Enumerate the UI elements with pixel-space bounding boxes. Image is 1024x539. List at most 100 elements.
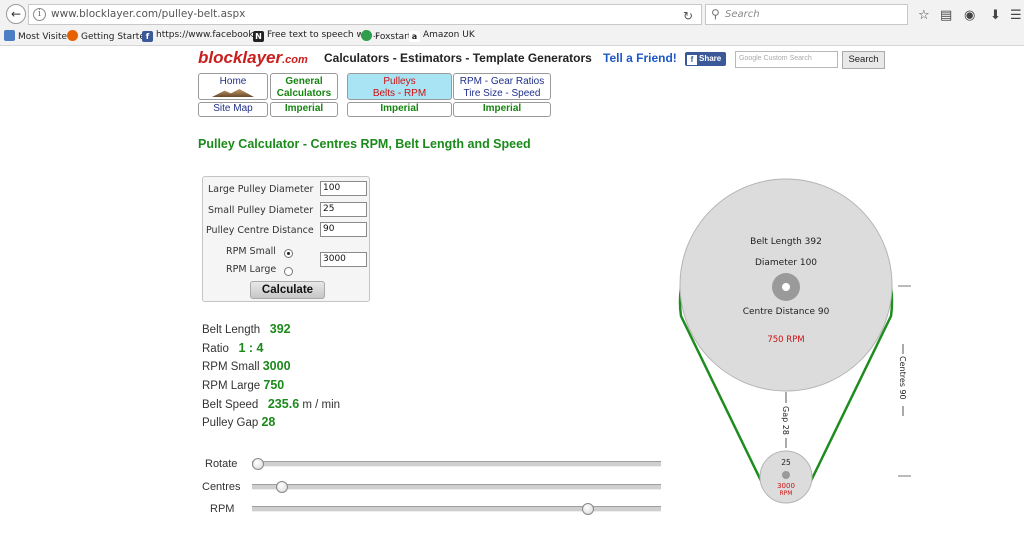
bookmark-label: https://www.facebook....: [156, 30, 265, 40]
bookmark-star-icon[interactable]: ☆: [918, 8, 930, 23]
diagram-small-diameter: 25: [781, 458, 791, 467]
browser-search-placeholder: Search: [725, 9, 760, 20]
diagram-centres: Centres 90: [898, 356, 907, 400]
bookmark-amazon[interactable]: a Amazon UK: [409, 30, 475, 42]
centres-slider-track[interactable]: [252, 481, 661, 493]
result-pulley-gap: Pulley Gap 28: [202, 415, 275, 429]
rpm-small-label: RPM Small: [226, 246, 276, 257]
result-rpm-large: RPM Large 750: [202, 378, 284, 392]
rpm-input[interactable]: 3000: [320, 252, 367, 267]
globe-icon: [361, 30, 372, 41]
nav-pulleys-belts[interactable]: Pulleys Belts - RPM: [347, 73, 452, 100]
bookmark-foxstart[interactable]: Foxstart: [361, 30, 411, 42]
large-diameter-label: Large Pulley Diameter: [208, 184, 314, 195]
diagram-large-rpm: 750 RPM: [767, 335, 804, 345]
reading-list-icon[interactable]: ▤: [940, 8, 952, 23]
rotate-slider-track[interactable]: [252, 458, 661, 470]
bookmark-label: Foxstart: [375, 32, 412, 42]
rotate-slider-handle[interactable]: [252, 458, 264, 470]
site-search-input[interactable]: Google Custom Search: [735, 51, 838, 68]
browser-chrome: ← i www.blocklayer.com/pulley-belt.aspx …: [0, 0, 1024, 46]
facebook-share-button[interactable]: f Share: [685, 52, 726, 66]
nav-imperial-pulleys[interactable]: Imperial: [347, 102, 452, 117]
small-pulley-hub: [782, 471, 790, 479]
tell-a-friend-link[interactable]: Tell a Friend!: [603, 51, 677, 65]
rpm-slider-track[interactable]: [252, 503, 661, 515]
info-icon[interactable]: i: [33, 8, 46, 21]
nav-general-line2: Calculators: [276, 88, 332, 99]
large-pulley-axle: [782, 283, 790, 291]
rotate-slider-label: Rotate: [205, 458, 238, 470]
back-arrow-icon[interactable]: ←: [6, 4, 26, 24]
large-diameter-input[interactable]: 100: [320, 181, 367, 196]
url-text[interactable]: www.blocklayer.com/pulley-belt.aspx: [51, 8, 245, 20]
rpm-large-result-label: RPM Large: [202, 380, 261, 392]
bookmark-most-visited[interactable]: Most Visited: [4, 30, 73, 42]
page-title: Pulley Calculator - Centres RPM, Belt Le…: [198, 137, 531, 151]
nav-site-map[interactable]: Site Map: [198, 102, 268, 117]
result-rpm-small: RPM Small 3000: [202, 359, 291, 373]
bookmark-facebook[interactable]: f https://www.facebook....: [142, 30, 265, 42]
rpm-large-radio[interactable]: [284, 267, 293, 276]
site-tagline: Calculators - Estimators - Template Gene…: [324, 51, 592, 65]
nav-imperial-general[interactable]: Imperial: [270, 102, 338, 117]
nav-imperial-rpm[interactable]: Imperial: [453, 102, 551, 117]
bookmark-getting-started[interactable]: Getting Started: [67, 30, 151, 42]
menu-icon[interactable]: ☰: [1010, 8, 1022, 23]
ratio-value: 1 : 4: [238, 341, 264, 355]
nav-rpm-line2: Tire Size - Speed: [463, 88, 541, 99]
rpm-small-radio[interactable]: [284, 249, 293, 258]
centres-slider-handle[interactable]: [275, 481, 288, 493]
centres-slider-label: Centres: [202, 481, 241, 493]
result-belt-length: Belt Length 392: [202, 322, 291, 336]
facebook-icon: f: [142, 31, 153, 42]
facebook-icon: f: [687, 55, 697, 65]
diagram-small-rpm-unit: RPM: [780, 490, 793, 497]
pocket-icon[interactable]: ◉: [964, 8, 975, 23]
belt-length-label: Belt Length: [202, 324, 261, 336]
pulley-gap-label: Pulley Gap: [202, 417, 259, 429]
nav-pulleys-line2: Belts - RPM: [372, 88, 427, 99]
rpm-slider-handle[interactable]: [581, 503, 594, 515]
small-diameter-input[interactable]: 25: [320, 202, 367, 217]
nav-pulleys-line1: Pulleys: [383, 76, 416, 87]
browser-search-box[interactable]: ⚲ Search: [705, 4, 908, 25]
diagram-centre-distance: Centre Distance 90: [743, 307, 830, 317]
diagram-belt-length: Belt Length 392: [750, 237, 822, 247]
belt-speed-value: 235.6: [267, 397, 300, 411]
calculate-button[interactable]: Calculate: [250, 281, 325, 299]
belt-speed-label: Belt Speed: [202, 399, 259, 411]
nav-general-calculators[interactable]: General Calculators: [270, 73, 338, 100]
url-row: ← i www.blocklayer.com/pulley-belt.aspx …: [0, 3, 1024, 27]
reload-icon[interactable]: ↻: [683, 9, 693, 23]
logo-suffix-text: .com: [282, 54, 308, 66]
site-search-button[interactable]: Search: [842, 51, 885, 69]
belt-length-value: 392: [269, 322, 291, 336]
nav-rpm-gear-ratios[interactable]: RPM - Gear Ratios Tire Size - Speed: [453, 73, 551, 100]
site-logo[interactable]: blocklayer.com: [198, 48, 308, 68]
amazon-icon: a: [409, 31, 420, 42]
ratio-label: Ratio: [202, 343, 229, 355]
firefox-icon: [67, 30, 78, 41]
small-diameter-label: Small Pulley Diameter: [208, 205, 314, 216]
centre-distance-label: Pulley Centre Distance: [206, 225, 314, 236]
rpm-small-value: 3000: [262, 359, 291, 373]
pulley-input-form: Large Pulley Diameter 100 Small Pulley D…: [202, 176, 370, 302]
pulley-gap-value: 28: [261, 415, 276, 429]
bookmarks-bar: Most Visited Getting Started f https://ww…: [0, 28, 1024, 45]
centre-distance-input[interactable]: 90: [320, 222, 367, 237]
nav-home[interactable]: Home: [198, 73, 268, 100]
bookmark-label: Most Visited: [18, 32, 73, 42]
bookmark-text-to-speech[interactable]: N Free text to speech wit...: [253, 30, 378, 42]
bookmark-label: Getting Started: [81, 32, 151, 42]
address-bar[interactable]: i www.blocklayer.com/pulley-belt.aspx ↻: [28, 4, 702, 25]
speech-icon: N: [253, 31, 264, 42]
download-icon[interactable]: ⬇: [990, 8, 1001, 23]
rpm-small-result-label: RPM Small: [202, 361, 260, 373]
diagram-small-rpm: 3000: [777, 482, 795, 490]
rpm-slider-label: RPM: [210, 503, 235, 515]
folder-icon: [4, 30, 15, 41]
fb-share-label: Share: [699, 54, 722, 63]
belt-speed-unit: m / min: [302, 399, 341, 411]
bookmark-label: Amazon UK: [423, 30, 475, 40]
